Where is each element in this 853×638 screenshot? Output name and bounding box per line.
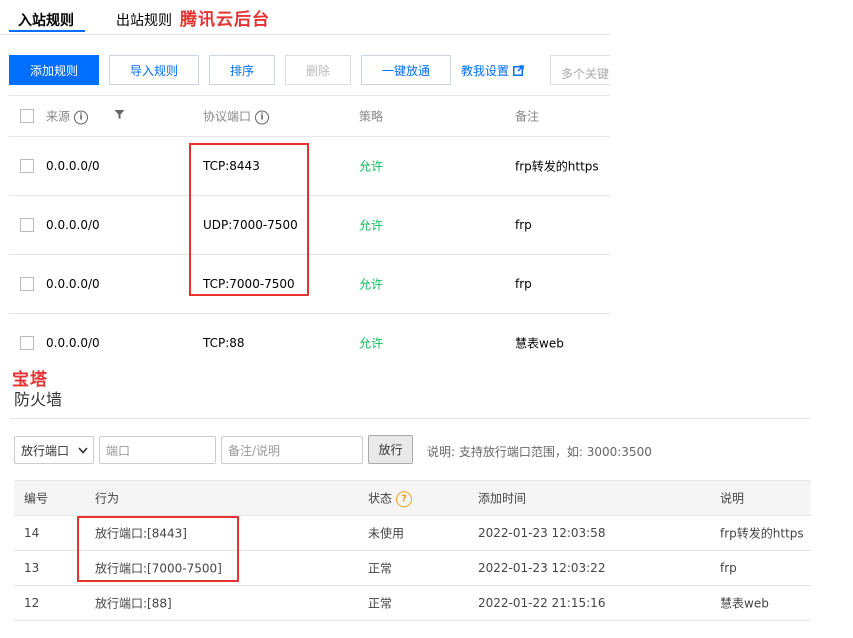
id-cell: 14 — [24, 526, 40, 540]
highlight-box-bt-ports — [77, 516, 239, 582]
table-header: 编号 行为 状态? 添加时间 说明 — [14, 480, 811, 516]
table-row: 0.0.0.0/0 TCP:88 允许 慧表web — [9, 314, 610, 372]
rule-type-value: 放行端口 — [21, 443, 70, 458]
added-time-cell: 2022-01-22 21:15:16 — [478, 596, 606, 610]
column-status: 状态? — [368, 489, 413, 507]
filter-icon[interactable] — [114, 109, 125, 123]
help-link[interactable]: 教我设置 — [461, 62, 524, 79]
column-note: 说明 — [720, 491, 745, 506]
note-cell: 慧表web — [720, 596, 769, 611]
tab-inbound-rules[interactable]: 入站规则 — [18, 10, 74, 30]
status-cell: 未使用 — [368, 526, 405, 541]
allow-port-button[interactable]: 放行 — [368, 435, 413, 464]
status-cell: 正常 — [368, 596, 393, 611]
tab-outbound-rules[interactable]: 出站规则 — [116, 10, 172, 30]
help-icon[interactable]: ? — [396, 490, 413, 507]
column-port-label: 协议端口 — [203, 109, 252, 124]
table-row: 0.0.0.0/0 TCP:7000-7500 允许 frp — [9, 255, 610, 314]
note-input[interactable]: 备注/说明 — [221, 436, 363, 464]
row-checkbox[interactable] — [20, 336, 34, 350]
id-cell: 13 — [24, 561, 40, 575]
row-checkbox[interactable] — [20, 218, 34, 232]
page-title: 防火墙 — [14, 390, 63, 409]
import-rule-button[interactable]: 导入规则 — [109, 55, 199, 85]
column-action: 行为 — [95, 491, 120, 506]
title-divider — [10, 418, 810, 419]
source-cell: 0.0.0.0/0 — [46, 159, 100, 173]
source-cell: 0.0.0.0/0 — [46, 218, 100, 232]
info-icon[interactable]: i — [255, 110, 270, 124]
policy-cell: 允许 — [359, 336, 384, 351]
table-row: 12 放行端口:[88] 正常 2022-01-22 21:15:16 慧表we… — [14, 586, 811, 621]
policy-cell: 允许 — [359, 159, 384, 174]
remark-cell: frp — [515, 277, 532, 291]
remark-cell: 慧表web — [515, 336, 564, 351]
select-all-checkbox[interactable] — [20, 109, 34, 123]
tab-divider — [0, 34, 610, 35]
source-cell: 0.0.0.0/0 — [46, 277, 100, 291]
port-input[interactable]: 端口 — [99, 436, 216, 464]
sort-button[interactable]: 排序 — [209, 55, 275, 85]
chevron-down-icon — [78, 447, 88, 454]
hint-text: 说明: 支持放行端口范围，如: 3000:3500 — [427, 445, 652, 459]
column-remark: 备注 — [515, 109, 540, 124]
note-cell: frp — [720, 561, 737, 575]
table-row: 0.0.0.0/0 TCP:8443 允许 frp转发的https — [9, 137, 610, 196]
column-added-time: 添加时间 — [478, 491, 527, 506]
policy-cell: 允许 — [359, 218, 384, 233]
rule-type-select[interactable]: 放行端口 — [14, 436, 94, 464]
remark-cell: frp — [515, 218, 532, 232]
column-id: 编号 — [24, 491, 49, 506]
column-status-label: 状态 — [368, 491, 393, 506]
row-checkbox[interactable] — [20, 277, 34, 291]
help-link-label: 教我设置 — [461, 64, 510, 78]
action-cell: 放行端口:[88] — [95, 596, 172, 611]
status-cell: 正常 — [368, 561, 393, 576]
add-rule-button[interactable]: 添加规则 — [9, 55, 99, 85]
active-tab-indicator — [9, 30, 85, 32]
policy-cell: 允许 — [359, 277, 384, 292]
id-cell: 12 — [24, 596, 40, 610]
source-cell: 0.0.0.0/0 — [46, 336, 100, 350]
delete-button[interactable]: 删除 — [285, 55, 351, 85]
column-source: 来源 i — [46, 108, 89, 125]
table-header: 来源 i 协议端口 i 策略 备注 — [9, 96, 610, 137]
table-row: 0.0.0.0/0 UDP:7000-7500 允许 frp — [9, 196, 610, 255]
port-cell: TCP:88 — [203, 336, 245, 350]
annotation-tencent: 腾讯云后台 — [180, 10, 270, 30]
search-input[interactable]: 多个关键 — [550, 55, 610, 85]
allow-all-button[interactable]: 一键放通 — [361, 55, 451, 85]
column-policy: 策略 — [359, 109, 384, 124]
column-source-label: 来源 — [46, 109, 71, 124]
security-rules-table: 来源 i 协议端口 i 策略 备注 0.0.0.0/0 TCP:8443 允许 fr… — [9, 95, 610, 372]
highlight-box-tencent-ports — [189, 143, 309, 296]
note-cell: frp转发的https — [720, 526, 804, 541]
column-port: 协议端口 i — [203, 108, 270, 125]
info-icon[interactable]: i — [74, 110, 89, 124]
added-time-cell: 2022-01-23 12:03:58 — [478, 526, 606, 540]
row-checkbox[interactable] — [20, 159, 34, 173]
remark-cell: frp转发的https — [515, 159, 599, 174]
added-time-cell: 2022-01-23 12:03:22 — [478, 561, 606, 575]
external-link-icon — [513, 65, 524, 76]
